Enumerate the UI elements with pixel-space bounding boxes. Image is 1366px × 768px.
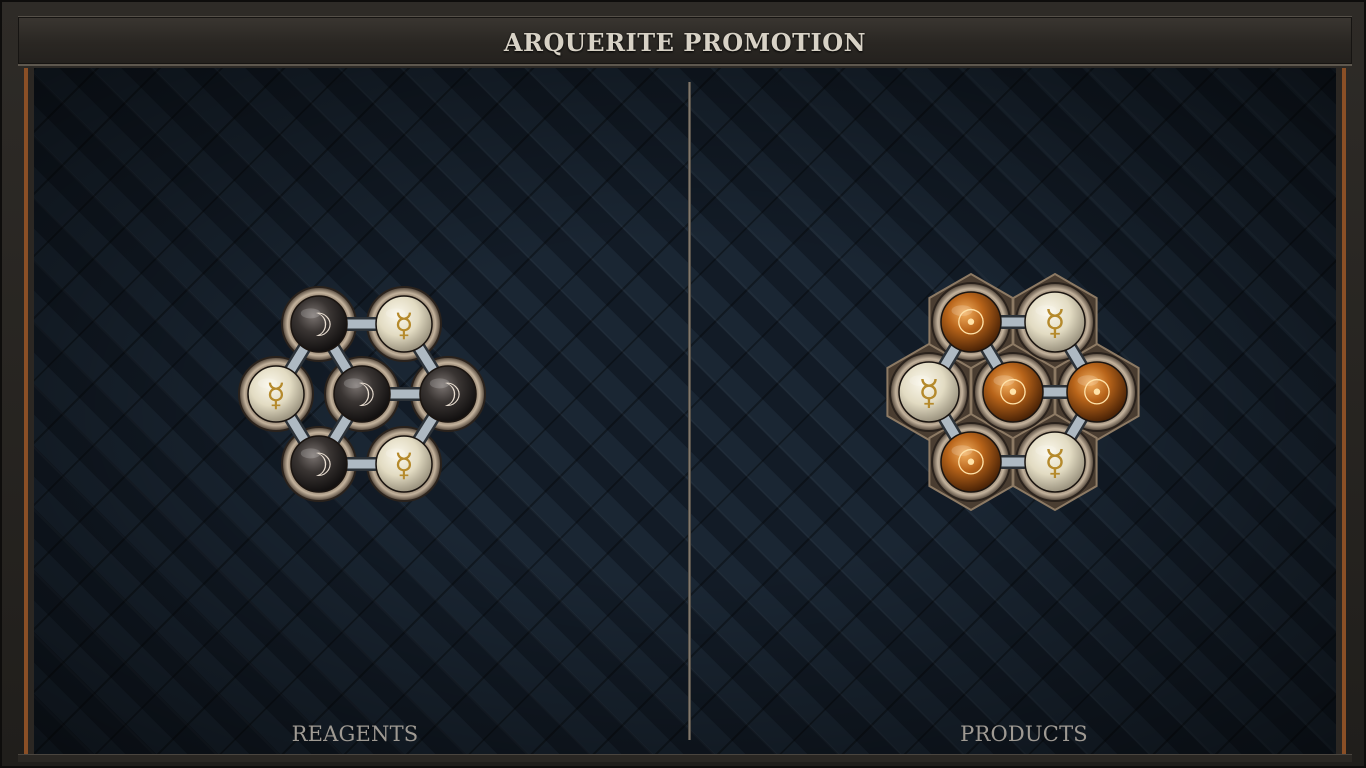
- reagents-molecule: ☽ ☿ ☿ ☽ ☽ ☽ ☿: [238, 286, 486, 502]
- products-molecule: ☉ ☿ ☿ ☉ ☉ ☉ ☿: [886, 272, 1140, 512]
- recipe-stage: ☽ ☿ ☿ ☽ ☽ ☽ ☿ ☉ ☿ ☿ ☉ ☉ ☉ ☿ REAGENTS PRODUCTS: [24, 68, 1346, 754]
- quicksilver-symbol-icon: ☿: [394, 306, 414, 344]
- reagent-atom-group: ☽ ☿ ☿ ☽ ☽ ☽ ☿: [238, 286, 486, 502]
- game-window: ARQUERITE PROMOTION ☽ ☿ ☿ ☽ ☽ ☽ ☿ ☉ ☿ ☿ ☉ ☉ ☉ ☿ REAG…: [0, 0, 1366, 768]
- page-title: ARQUERITE PROMOTION: [503, 28, 867, 57]
- gold-symbol-icon: ☉: [955, 444, 986, 484]
- gold-symbol-icon: ☉: [1081, 374, 1112, 414]
- reagents-label: REAGENTS: [291, 722, 419, 746]
- silver-symbol-icon: ☽: [348, 376, 377, 414]
- quicksilver-symbol-icon: ☿: [1044, 304, 1065, 344]
- silver-symbol-icon: ☽: [305, 446, 334, 484]
- quicksilver-symbol-icon: ☿: [266, 376, 286, 414]
- silver-symbol-icon: ☽: [305, 306, 334, 344]
- gold-symbol-icon: ☉: [955, 304, 986, 344]
- silver-symbol-icon: ☽: [434, 376, 463, 414]
- quicksilver-symbol-icon: ☿: [1044, 444, 1065, 484]
- quicksilver-symbol-icon: ☿: [918, 374, 939, 414]
- products-label: PRODUCTS: [960, 722, 1088, 746]
- quicksilver-symbol-icon: ☿: [394, 446, 414, 484]
- gold-symbol-icon: ☉: [997, 374, 1028, 414]
- product-atom-group: ☉ ☿ ☿ ☉ ☉ ☉ ☿: [886, 272, 1140, 512]
- bottom-frame-edge: [18, 754, 1352, 762]
- title-bar: ARQUERITE PROMOTION: [18, 16, 1352, 66]
- panel-divider: [688, 82, 691, 740]
